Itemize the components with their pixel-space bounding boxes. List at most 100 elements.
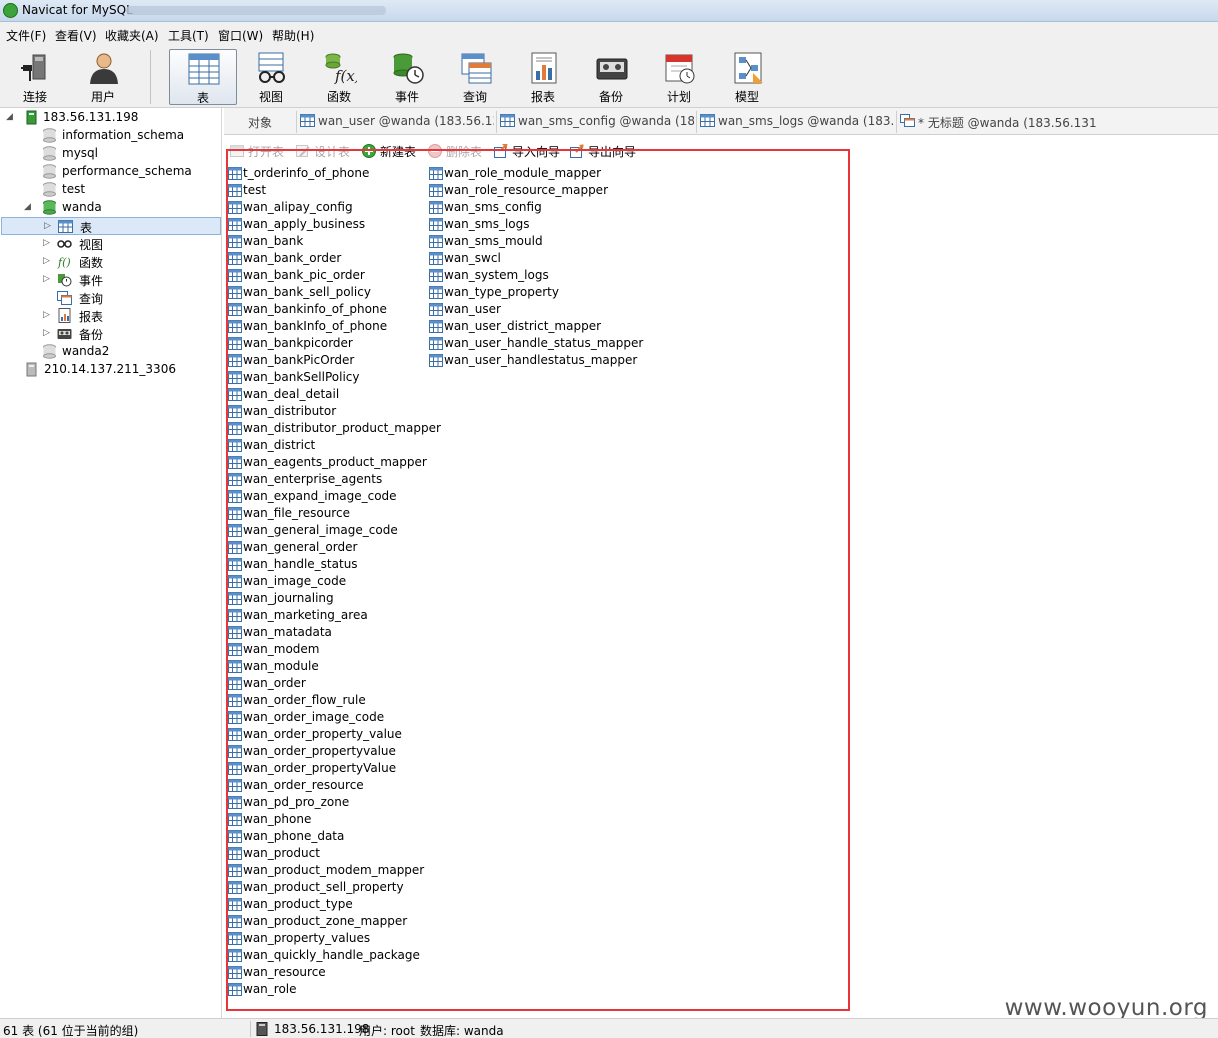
tab-untitled-query[interactable]: * 无标题 @wanda (183.56.131.1... xyxy=(896,111,1096,133)
table-icon xyxy=(228,643,242,656)
tree-label: 210.14.137.211_3306 xyxy=(44,362,176,376)
tree-db-wanda[interactable]: ◢ wanda xyxy=(4,199,219,217)
tree-connection-210[interactable]: 210.14.137.211_3306 xyxy=(4,361,219,379)
expand-arrow-icon[interactable]: ▷ xyxy=(44,221,52,231)
table-icon xyxy=(228,609,242,622)
query-button[interactable]: 查询 xyxy=(443,49,507,105)
table-name: wan_modem xyxy=(243,642,320,656)
tree-db-wanda2[interactable]: wanda2 xyxy=(4,343,219,361)
tree-node-functions[interactable]: ▷ f() 函数 xyxy=(4,253,219,271)
model-button[interactable]: 模型 xyxy=(715,49,779,105)
table-name: wan_user xyxy=(444,302,501,316)
host-status: 183.56.131.198 xyxy=(274,1022,370,1036)
action-label: 打开表 xyxy=(248,145,285,159)
table-name: wan_bank_pic_order xyxy=(243,268,365,282)
table-icon xyxy=(228,966,242,979)
table-icon xyxy=(228,558,242,571)
tree-db-mysql[interactable]: mysql xyxy=(4,145,219,163)
design-pencil-icon xyxy=(296,145,310,157)
table-name: wan_order_propertyValue xyxy=(243,761,397,775)
expand-arrow-icon[interactable]: ▷ xyxy=(43,274,51,284)
tree-db-performance-schema[interactable]: performance_schema xyxy=(4,163,219,181)
table-name: wan_expand_image_code xyxy=(243,489,397,503)
tree-node-views[interactable]: ▷ 视图 xyxy=(4,235,219,253)
tree-node-tables[interactable]: ▷ 表 xyxy=(1,217,221,235)
tab-wan-sms-config[interactable]: wan_sms_config @wanda (183.... xyxy=(496,111,694,133)
tab-wan-sms-logs[interactable]: wan_sms_logs @wanda (183.5... xyxy=(696,111,894,133)
table-icon xyxy=(429,337,443,350)
backup-button[interactable]: 备份 xyxy=(579,49,643,105)
tab-label: * 无标题 @wanda (183.56.131.1... xyxy=(918,116,1096,130)
tree-node-events[interactable]: ▷ 事件 xyxy=(4,271,219,289)
calendar-clock-icon xyxy=(665,54,695,84)
collapse-arrow-icon[interactable]: ◢ xyxy=(24,202,32,212)
user-label: 用户 xyxy=(90,90,115,104)
tab-label: wan_sms_logs @wanda (183.5... xyxy=(718,114,894,128)
backup-tape-icon xyxy=(596,58,628,80)
table-name: wan_bank_order xyxy=(243,251,342,265)
table-name: wan_alipay_config xyxy=(243,200,353,214)
expand-arrow-icon[interactable]: ▷ xyxy=(43,310,51,320)
view-button[interactable]: 视图 xyxy=(239,49,303,105)
menu-tools[interactable]: 工具(T) xyxy=(168,27,209,44)
table-button[interactable]: 表 xyxy=(169,49,237,105)
table-icon xyxy=(429,218,443,231)
table-name: wan_sms_logs xyxy=(444,217,530,231)
plug-icon xyxy=(21,54,46,81)
table-name: wan_order_flow_rule xyxy=(243,693,366,707)
table-icon xyxy=(228,728,242,741)
expand-arrow-icon[interactable]: ▷ xyxy=(43,238,51,248)
export-wizard-button[interactable]: 导出向导 xyxy=(570,142,642,160)
model-icon xyxy=(734,52,763,84)
status-separator xyxy=(250,1021,251,1037)
function-button[interactable]: f(x) 函数 xyxy=(307,49,371,105)
action-label: 设计表 xyxy=(314,145,351,159)
menu-window[interactable]: 窗口(W) xyxy=(218,27,263,44)
table-name: wan_bankinfo_of_phone xyxy=(243,302,387,316)
open-table-button[interactable]: 打开表 xyxy=(230,142,292,160)
table-name: wan_product_zone_mapper xyxy=(243,914,408,928)
table-name: wan_marketing_area xyxy=(243,608,368,622)
tree-node-queries[interactable]: 查询 xyxy=(4,289,219,307)
tab-label: wan_user @wanda (183.56.131.... xyxy=(318,114,494,128)
tree-connection-183[interactable]: ◢ 183.56.131.198 xyxy=(4,109,219,127)
report-button[interactable]: 报表 xyxy=(511,49,575,105)
table-icon xyxy=(228,898,242,911)
view-glasses-icon xyxy=(258,52,285,83)
event-button[interactable]: 事件 xyxy=(375,49,439,105)
menu-favorites[interactable]: 收藏夹(A) xyxy=(105,27,159,44)
table-icon xyxy=(228,167,242,180)
tree-node-reports[interactable]: ▷ 报表 xyxy=(4,307,219,325)
table-icon xyxy=(228,422,242,435)
delete-table-button[interactable]: 删除表 xyxy=(428,142,490,160)
expand-arrow-icon[interactable]: ▷ xyxy=(43,328,51,338)
design-table-button[interactable]: 设计表 xyxy=(296,142,358,160)
tab-wan-user[interactable]: wan_user @wanda (183.56.131.... xyxy=(296,111,494,133)
import-wizard-button[interactable]: 导入向导 xyxy=(494,142,566,160)
expand-arrow-icon[interactable]: ▷ xyxy=(43,256,51,266)
table-name: wan_order xyxy=(243,676,306,690)
tab-objects[interactable]: 对象 xyxy=(248,111,294,133)
menu-file[interactable]: 文件(F) xyxy=(6,27,46,44)
schedule-button[interactable]: 计划 xyxy=(647,49,711,105)
event-label: 事件 xyxy=(394,90,419,104)
table-name: wan_order_image_code xyxy=(243,710,385,724)
table-icon xyxy=(228,694,242,707)
table-name: t_orderinfo_of_phone xyxy=(243,166,370,180)
tab-label: 对象 xyxy=(248,116,273,130)
database-status: 数据库: wanda xyxy=(420,1024,504,1038)
connect-button[interactable]: 连接 xyxy=(3,49,67,105)
tree-db-test[interactable]: test xyxy=(4,181,219,199)
new-table-button[interactable]: 新建表 xyxy=(362,142,424,160)
table-icon xyxy=(228,660,242,673)
tree-node-backups[interactable]: ▷ 备份 xyxy=(4,325,219,343)
report-label: 报表 xyxy=(530,90,555,104)
menu-help[interactable]: 帮助(H) xyxy=(272,27,314,44)
tree-db-information-schema[interactable]: information_schema xyxy=(4,127,219,145)
user-button[interactable]: 用户 xyxy=(71,49,135,105)
collapse-arrow-icon[interactable]: ◢ xyxy=(6,112,14,122)
table-name: wan_user_district_mapper xyxy=(444,319,602,333)
table-name: wan_bank xyxy=(243,234,304,248)
menu-view[interactable]: 查看(V) xyxy=(55,27,97,44)
table-icon xyxy=(228,881,242,894)
